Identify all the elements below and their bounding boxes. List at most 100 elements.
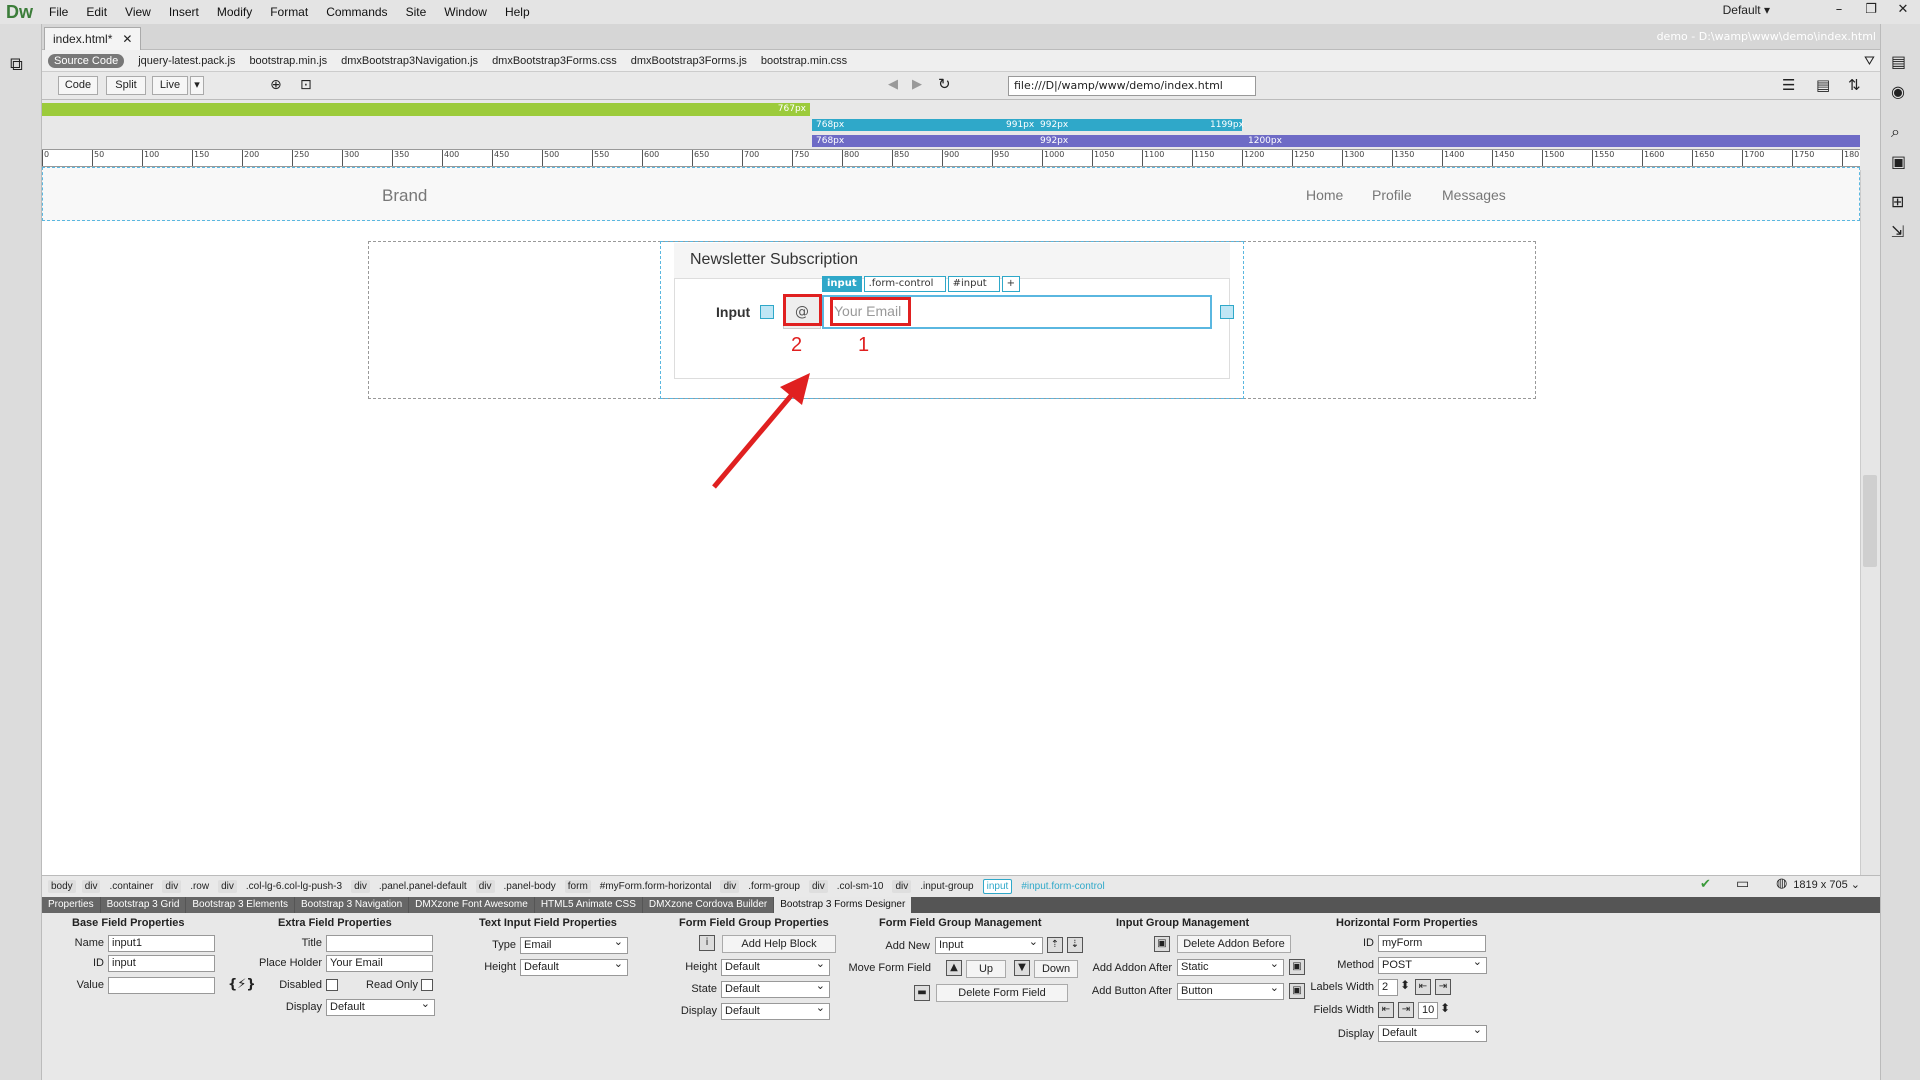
tab-bootstrap-navigation[interactable]: Bootstrap 3 Navigation <box>295 897 409 913</box>
form-id-field[interactable]: myForm <box>1378 935 1486 952</box>
media-query-bar-lg[interactable]: 768px 992px 1200px <box>812 135 1860 147</box>
labels-decrease-icon[interactable]: ⇤ <box>1415 979 1431 995</box>
related-file[interactable]: dmxBootstrap3Forms.js <box>631 55 747 67</box>
add-after-icon[interactable]: ⇣ <box>1067 937 1083 953</box>
sitemap-icon[interactable]: ⊞ <box>1891 192 1904 211</box>
split-view-button[interactable]: Split <box>106 76 146 95</box>
fields-increase-icon[interactable]: ⇥ <box>1398 1002 1414 1018</box>
page-navbar[interactable] <box>42 167 1860 221</box>
media-query-bar-sm-md[interactable]: 768px 991px 992px 1199px <box>812 119 1244 131</box>
breadcrumb[interactable]: .form-group <box>745 880 803 893</box>
menu-modify[interactable]: Modify <box>208 0 261 24</box>
breadcrumb[interactable]: div <box>892 880 912 893</box>
related-file-source-code[interactable]: Source Code <box>48 53 125 68</box>
forward-icon[interactable]: ▶ <box>912 77 922 92</box>
id-field[interactable]: input <box>108 955 215 972</box>
globe-icon[interactable]: ◍ <box>1776 876 1787 891</box>
restore-icon[interactable]: ❐ <box>1860 2 1882 20</box>
menu-edit[interactable]: Edit <box>77 0 116 24</box>
breadcrumb[interactable]: .panel-body <box>501 880 559 893</box>
breadcrumb[interactable]: .container <box>106 880 156 893</box>
media-query-bar-xs[interactable]: 767px <box>42 103 810 116</box>
tab-animate-css[interactable]: HTML5 Animate CSS <box>534 897 642 913</box>
live-view-button[interactable]: Live <box>152 76 188 95</box>
move-down-icon[interactable]: ▼ <box>1014 960 1030 976</box>
breadcrumb[interactable]: div <box>162 880 182 893</box>
button-after-select[interactable]: Button <box>1177 982 1284 1000</box>
menu-help[interactable]: Help <box>496 0 539 24</box>
tab-font-awesome[interactable]: DMXzone Font Awesome <box>409 897 534 913</box>
breadcrumb[interactable]: .col-sm-10 <box>834 880 887 893</box>
tab-bootstrap-grid[interactable]: Bootstrap 3 Grid <box>100 897 186 913</box>
valid-code-icon[interactable]: ✔ <box>1700 877 1711 892</box>
snippets-icon[interactable]: ⇲ <box>1891 222 1904 241</box>
state-select[interactable]: Default <box>721 980 830 998</box>
document-tab[interactable]: index.html* ✕ <box>44 27 142 50</box>
tab-cordova-builder[interactable]: DMXzone Cordova Builder <box>642 897 774 913</box>
type-select[interactable]: Email <box>520 936 628 954</box>
tab-bootstrap-elements[interactable]: Bootstrap 3 Elements <box>186 897 294 913</box>
nav-link-profile[interactable]: Profile <box>1372 187 1412 203</box>
breadcrumb[interactable]: div <box>808 880 828 893</box>
menu-format[interactable]: Format <box>261 0 317 24</box>
method-select[interactable]: POST <box>1378 956 1487 974</box>
menu-site[interactable]: Site <box>397 0 436 24</box>
navbar-brand[interactable]: Brand <box>382 186 427 206</box>
delete-form-field-button[interactable]: Delete Form Field <box>936 984 1068 1002</box>
add-class-button[interactable]: + <box>1001 276 1020 292</box>
breadcrumb[interactable]: .input-group <box>917 880 976 893</box>
group-height-select[interactable]: Default <box>721 958 830 976</box>
code-view-button[interactable]: Code <box>58 76 98 95</box>
live-code-icon[interactable]: ⊡ <box>300 77 312 93</box>
menu-commands[interactable]: Commands <box>317 0 396 24</box>
close-tab-icon[interactable]: ✕ <box>122 32 132 46</box>
add-new-select[interactable]: Input <box>935 936 1043 954</box>
files-panel-icon[interactable]: ▤ <box>1891 52 1906 71</box>
database-icon[interactable]: ◉ <box>1891 82 1905 101</box>
move-up-icon[interactable]: ▲ <box>946 960 962 976</box>
search-icon[interactable]: ⌕ <box>1891 122 1900 142</box>
dom-panel-icon[interactable]: ⧉ <box>10 54 23 75</box>
move-down-button[interactable]: Down <box>1034 960 1078 978</box>
class-tag[interactable]: .form-control <box>863 276 946 292</box>
id-tag[interactable]: #input <box>947 276 1000 292</box>
breadcrumb[interactable]: div <box>81 880 101 893</box>
add-help-block-button[interactable]: Add Help Block <box>722 935 836 953</box>
fields-decrease-icon[interactable]: ⇤ <box>1378 1002 1394 1018</box>
resize-handle-left[interactable] <box>760 305 774 319</box>
fields-width-stepper-icon[interactable]: ⬍ <box>1440 1001 1450 1015</box>
nav-link-home[interactable]: Home <box>1306 187 1343 203</box>
menu-file[interactable]: File <box>40 0 77 24</box>
move-up-button[interactable]: Up <box>966 960 1006 978</box>
group-display-select[interactable]: Default <box>721 1002 830 1020</box>
minimize-icon[interactable]: – <box>1828 2 1850 20</box>
resize-handle-right[interactable] <box>1220 305 1234 319</box>
related-file[interactable]: dmxBootstrap3Navigation.js <box>341 55 478 67</box>
breadcrumb[interactable]: .panel.panel-default <box>376 880 470 893</box>
labels-width-field[interactable]: 2 <box>1378 979 1398 996</box>
breadcrumb[interactable]: .row <box>187 880 212 893</box>
nav-link-messages[interactable]: Messages <box>1442 187 1506 203</box>
tab-forms-designer[interactable]: Bootstrap 3 Forms Designer <box>774 897 912 913</box>
form-display-select[interactable]: Default <box>1378 1024 1487 1042</box>
back-icon[interactable]: ◀ <box>888 77 898 92</box>
close-icon[interactable]: ✕ <box>1892 2 1914 20</box>
readonly-checkbox[interactable] <box>421 979 433 991</box>
breadcrumb[interactable]: .col-lg-6.col-lg-push-3 <box>243 880 345 893</box>
menu-view[interactable]: View <box>116 0 160 24</box>
delete-addon-before-button[interactable]: Delete Addon Before <box>1177 935 1291 953</box>
window-size-readout[interactable]: 1819 x 705 ⌄ <box>1793 878 1860 891</box>
display-select[interactable]: Default <box>326 998 435 1016</box>
breadcrumb[interactable]: div <box>351 880 370 893</box>
placeholder-field[interactable]: Your Email <box>326 955 433 972</box>
scrollbar-thumb[interactable] <box>1863 475 1877 567</box>
breadcrumb[interactable]: body <box>48 880 76 893</box>
height-select[interactable]: Default <box>520 958 628 976</box>
breadcrumb[interactable]: div <box>475 880 495 893</box>
workspace-switcher[interactable]: Default ▾ <box>1723 3 1770 17</box>
related-file[interactable]: dmxBootstrap3Forms.css <box>492 55 617 67</box>
menu-insert[interactable]: Insert <box>160 0 208 24</box>
menu-window[interactable]: Window <box>435 0 496 24</box>
labels-increase-icon[interactable]: ⇥ <box>1435 979 1451 995</box>
addon-after-select[interactable]: Static <box>1177 958 1284 976</box>
